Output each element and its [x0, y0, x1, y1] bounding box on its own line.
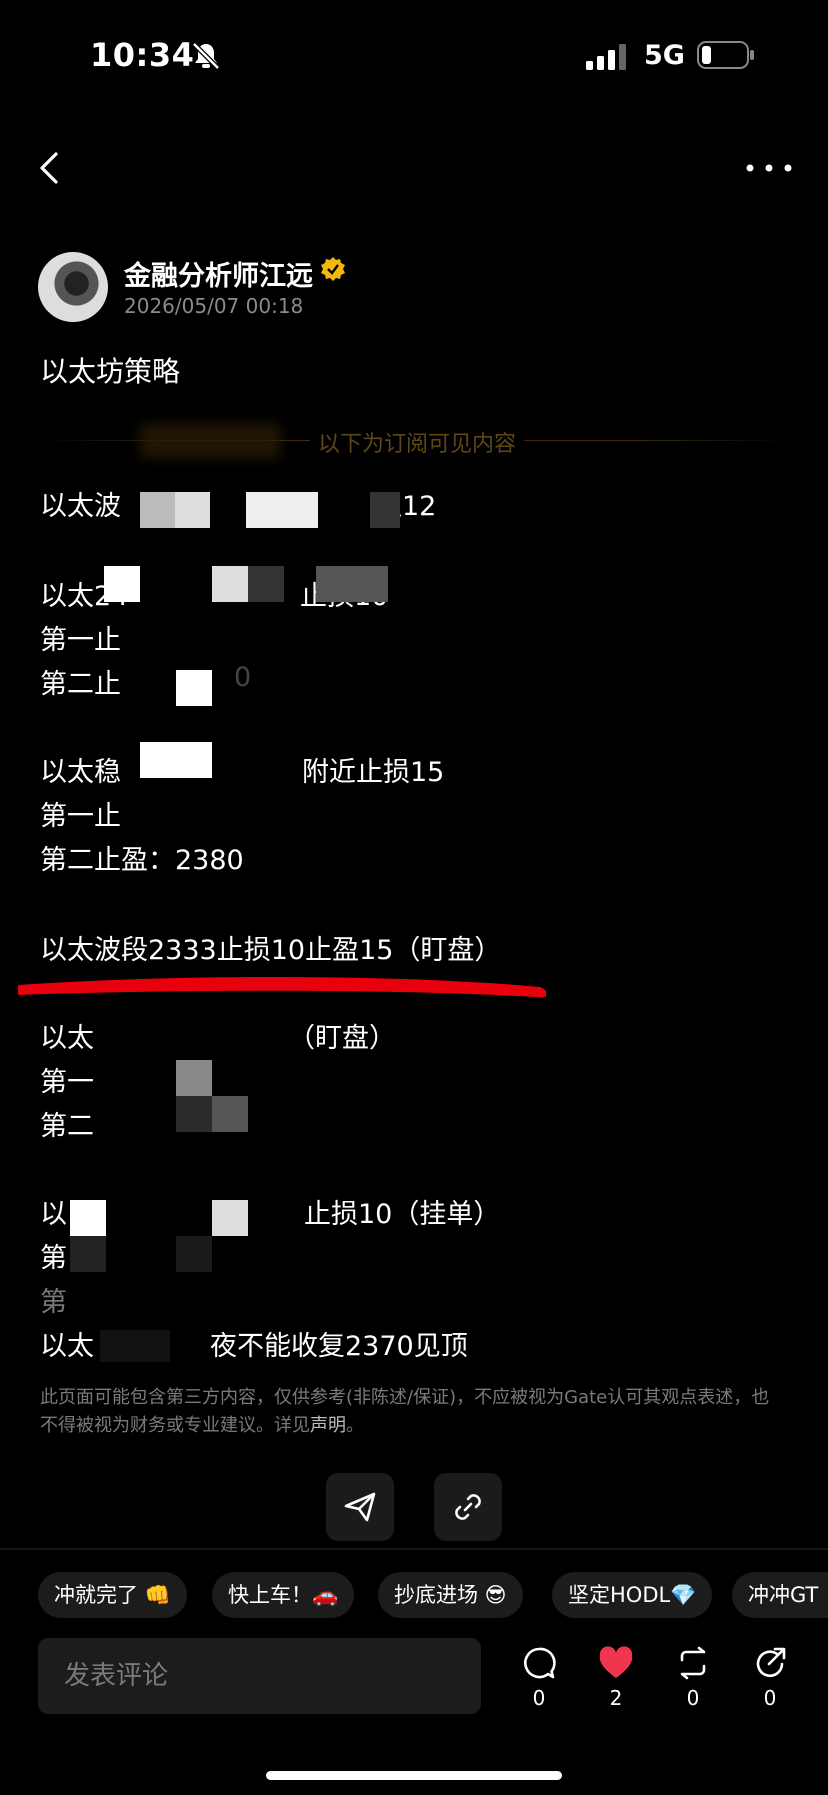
content-line: 第一 [40, 1067, 94, 1098]
signal-icon [586, 44, 626, 70]
content-line: 以 [40, 1199, 67, 1230]
repost-icon [680, 1646, 706, 1680]
content-line: 夜不能收复2370见顶 [210, 1331, 468, 1362]
content-line: 止损10（挂单） [304, 1199, 501, 1230]
mosaic-block [176, 670, 212, 706]
mosaic-block [246, 492, 318, 528]
content-line: 0 [234, 662, 252, 693]
comment-action[interactable]: 0 [514, 1646, 564, 1710]
content-line: 第二止盈：2380 [40, 845, 244, 876]
mosaic-block [316, 566, 388, 602]
quick-reply-chip[interactable]: 冲冲GT [732, 1572, 828, 1618]
more-icon[interactable] [744, 158, 794, 178]
battery-icon [697, 41, 754, 69]
content-line: 第二 [40, 1111, 94, 1142]
blurred-block [140, 424, 280, 458]
divider [0, 1548, 828, 1550]
author-name[interactable]: 金融分析师江远 [124, 254, 313, 293]
home-indicator[interactable] [266, 1771, 562, 1780]
like-action[interactable]: 2 [591, 1646, 641, 1710]
share-count: 0 [763, 1686, 777, 1710]
content-line: 第一止 [40, 801, 121, 832]
share-action[interactable]: 0 [745, 1646, 795, 1710]
mosaic-block [176, 1096, 212, 1132]
quick-reply-chip[interactable]: 抄底进场 😎 [378, 1572, 523, 1618]
quick-reply-chip[interactable]: 冲就完了 👊 [38, 1572, 187, 1618]
content-line: 第一止 [40, 625, 121, 656]
send-icon [344, 1492, 376, 1522]
quick-reply-chip[interactable]: 坚定HODL💎 [552, 1572, 713, 1618]
share-button[interactable] [326, 1473, 394, 1541]
comment-count: 0 [532, 1686, 546, 1710]
repost-action[interactable]: 0 [668, 1646, 718, 1710]
post-date: 2026/05/07 00:18 [124, 294, 304, 318]
bell-muted-icon [192, 42, 220, 70]
mosaic-block [176, 1236, 212, 1272]
mosaic-block [100, 1330, 170, 1362]
subscriber-divider-text: 以下为订阅可见内容 [310, 426, 525, 458]
mosaic-block [248, 566, 284, 602]
network-type: 5G [644, 40, 685, 71]
mosaic-block [212, 1200, 248, 1236]
share-icon [756, 1647, 786, 1678]
avatar[interactable] [38, 252, 108, 322]
copy-link-button[interactable] [434, 1473, 502, 1541]
content-line: 以太 [40, 1331, 94, 1362]
content-line: 以太波 [40, 491, 121, 522]
mosaic-block [212, 566, 248, 602]
comment-input[interactable]: 发表评论 [38, 1638, 481, 1714]
content-line: （盯盘） [288, 1023, 396, 1054]
quick-reply-chip[interactable]: 快上车！🚗 [212, 1572, 355, 1618]
mosaic-block [175, 492, 210, 528]
disclaimer-link[interactable]: 声明 [310, 1415, 346, 1436]
content-line: 附近止损15 [302, 757, 445, 788]
mosaic-block [176, 1060, 212, 1096]
content-line: 第 [40, 1243, 67, 1274]
like-count: 2 [609, 1686, 623, 1710]
post-title: 以太坊策略 [40, 355, 181, 388]
content-line: 第 [40, 1287, 67, 1318]
status-time: 10:34 [90, 36, 195, 74]
mosaic-block [140, 742, 212, 778]
mosaic-block [70, 1200, 106, 1236]
mosaic-block [70, 1236, 106, 1272]
repost-count: 0 [686, 1686, 700, 1710]
mosaic-block [104, 566, 140, 602]
verified-badge-icon [321, 257, 345, 281]
heart-icon [599, 1646, 633, 1678]
comment-icon [524, 1647, 556, 1679]
back-icon[interactable] [34, 148, 68, 188]
disclaimer: 此页面可能包含第三方内容，仅供参考(非陈述/保证)，不应被视为Gate认可其观点… [40, 1387, 770, 1436]
link-icon [455, 1494, 481, 1520]
content-line: 以太 [40, 1023, 94, 1054]
mosaic-block [370, 492, 400, 528]
content-line: 第二止 [40, 669, 121, 700]
red-underline-mark [18, 977, 546, 998]
highlighted-line: 以太波段2333止损10止盈15（盯盘） [40, 935, 502, 966]
content-line: 以太稳 [40, 757, 121, 788]
mosaic-block [212, 1096, 248, 1132]
